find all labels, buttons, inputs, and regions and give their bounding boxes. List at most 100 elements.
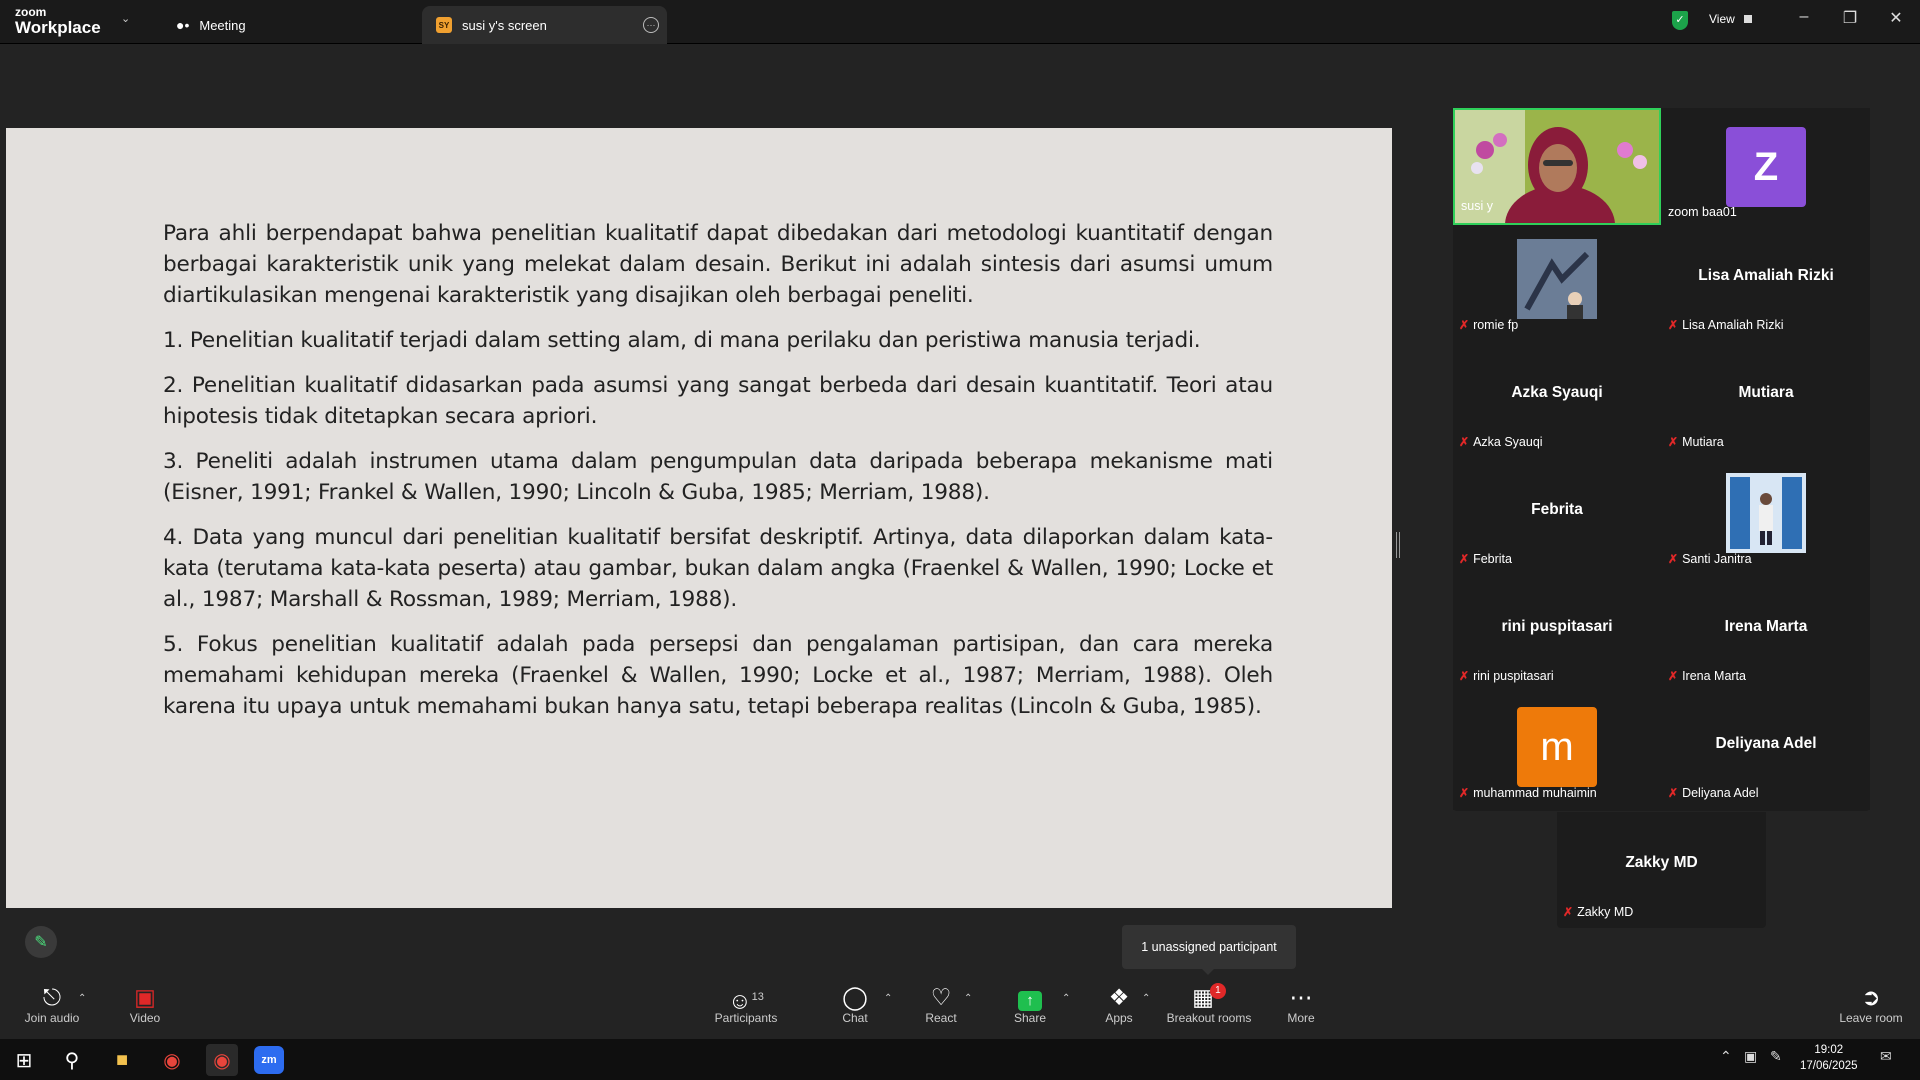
zoom-logo[interactable]: zoom Workplace [15,6,101,36]
network-icon[interactable]: ▣ [1744,1048,1757,1065]
mic-muted-icon: ✗ [1668,318,1679,332]
mic-muted-icon: ✗ [1459,552,1470,566]
video-tile-muhaimin[interactable]: m ✗ muhammad muhaimin [1453,693,1661,810]
video-tile-irena[interactable]: Irena Marta ✗ Irena Marta [1662,576,1870,693]
zoom-app-icon[interactable]: zm [254,1046,284,1074]
slide-paragraph: 2. Penelitian kualitatif didasarkan pada… [163,373,1273,429]
chevron-up-icon[interactable]: ⌃ [1142,993,1150,1004]
chat-label: Chat [842,1011,868,1025]
breakout-rooms-button[interactable]: ▦1 Breakout rooms [1166,983,1252,1025]
meeting-toolbar: ⎋ Join audio ⌃ ▣ Video ☺13 Participants … [0,983,1920,1039]
mic-muted-icon: ✗ [1459,669,1470,683]
share-button[interactable]: ↑ Share [1012,983,1048,1025]
video-tile-deliyana[interactable]: Deliyana Adel ✗ Deliyana Adel [1662,693,1870,810]
title-bar: zoom Workplace ⌄ ●• Meeting SY susi y's … [0,0,1920,44]
video-tile-rini[interactable]: rini puspitasari ✗ rini puspitasari [1453,576,1661,693]
clock-date: 17/06/2025 [1800,1060,1858,1072]
headphones-icon: ⎋ [42,984,62,1010]
join-audio-label: Join audio [24,1011,80,1025]
chat-button[interactable]: ◯ Chat [840,983,870,1025]
react-button[interactable]: ♡ React [924,983,958,1025]
slide-paragraph: Para ahli berpendapat bahwa penelitian k… [163,221,1273,308]
video-label: Video [129,1011,161,1025]
participant-display-name: Deliyana Adel [1715,735,1817,752]
video-tile-romie[interactable]: ✗ romie fp [1453,225,1661,342]
view-button[interactable]: View [1709,12,1753,26]
tab-meeting[interactable]: ●• Meeting [162,6,412,44]
participant-name: ✗ muhammad muhaimin [1459,786,1597,800]
breakout-label: Breakout rooms [1166,1011,1252,1025]
video-tile-santi[interactable]: ✗ Santi Janitra [1662,459,1870,576]
more-button[interactable]: ⋯ More [1286,983,1316,1025]
chevron-down-icon[interactable]: ⌄ [121,12,130,25]
chrome-icon[interactable]: ◉ [156,1044,188,1076]
apps-label: Apps [1105,1011,1133,1025]
video-button[interactable]: ▣ Video [120,983,170,1025]
restore-icon[interactable]: ❐ [1838,8,1862,28]
participants-icon: ☺13 [728,987,764,1014]
resize-handle[interactable] [1396,532,1400,558]
chrome-profile-icon[interactable]: ◉ [206,1044,238,1076]
leave-label: Leave room [1839,1011,1903,1025]
apps-icon: ❖ [1108,984,1130,1010]
leave-icon: ➲ [1861,984,1881,1010]
mic-muted-icon: ✗ [1668,435,1679,449]
chevron-up-icon[interactable]: ⌃ [78,993,86,1004]
participant-name-text: Febrita [1473,552,1512,566]
avatar [1517,239,1597,319]
clock-time: 19:02 [1814,1044,1844,1056]
join-audio-button[interactable]: ⎋ Join audio [20,983,84,1025]
close-icon[interactable]: ✕ [1884,8,1908,28]
minimize-icon[interactable]: – [1792,8,1816,26]
shared-screen: Para ahli berpendapat bahwa penelitian k… [6,128,1392,908]
participant-name-text: Irena Marta [1682,669,1746,683]
video-tile-febrita[interactable]: Febrita ✗ Febrita [1453,459,1661,576]
windows-start-icon[interactable]: ⊞ [8,1044,40,1076]
participant-display-name: Lisa Amaliah Rizki [1698,267,1834,284]
more-options-icon[interactable]: ⋯ [643,17,659,33]
slide-paragraph: 3. Peneliti adalah instrumen utama dalam… [163,449,1273,505]
video-tile-zakky[interactable]: Zakky MD ✗ Zakky MD [1557,812,1766,928]
mic-muted-icon: ✗ [1459,786,1470,800]
participant-display-name: Mutiara [1738,384,1794,401]
mic-muted-icon: ✗ [1668,669,1679,683]
pen-icon[interactable]: ✎ [1770,1048,1782,1065]
profile-picture [1726,473,1806,553]
leave-room-button[interactable]: ➲ Leave room [1838,983,1904,1025]
participants-button[interactable]: ☺13 Participants [710,983,782,1025]
participant-gallery: susi y Z zoom baa01 ✗ romie fp Lisa Amali… [1453,108,1870,811]
chevron-up-icon[interactable]: ⌃ [964,993,972,1004]
file-explorer-icon[interactable]: ■ [106,1044,138,1076]
meeting-icon: ●• [176,17,190,33]
video-tile-susi[interactable]: susi y [1453,108,1661,225]
shield-icon[interactable]: ✓ [1672,11,1688,30]
chevron-up-icon[interactable]: ⌃ [884,993,892,1004]
apps-button[interactable]: ❖ Apps [1102,983,1136,1025]
video-tile-mutiara[interactable]: Mutiara ✗ Mutiara [1662,342,1870,459]
system-clock[interactable]: 19:02 17/06/2025 [1800,1042,1858,1074]
avatar: SY [436,17,452,33]
chevron-up-icon[interactable]: ⌃ [1720,1048,1732,1065]
chevron-up-icon[interactable]: ⌃ [1062,993,1070,1004]
video-tile-zoom-baa01[interactable]: Z zoom baa01 [1662,108,1870,225]
video-tile-lisa[interactable]: Lisa Amaliah Rizki ✗ Lisa Amaliah Rizki [1662,225,1870,342]
participant-name: ✗ Mutiara [1668,435,1724,449]
slide-content: Para ahli berpendapat bahwa penelitian k… [163,218,1273,736]
participant-name: zoom baa01 [1668,205,1737,219]
heart-icon: ♡ [930,984,952,1010]
participant-name: ✗ Zakky MD [1563,905,1633,919]
mic-muted-icon: ✗ [1459,318,1470,332]
participants-label: Participants [714,1011,778,1025]
participant-name: ✗ Lisa Amaliah Rizki [1668,318,1784,332]
participant-display-name: Febrita [1531,501,1583,518]
participant-name-text: Lisa Amaliah Rizki [1682,318,1784,332]
annotate-pencil-icon[interactable]: ✎ [25,926,57,958]
tab-label: susi y's screen [462,17,547,33]
participant-name-text: Santi Janitra [1682,552,1752,566]
participant-name: susi y [1461,199,1493,213]
video-tile-azka[interactable]: Azka Syauqi ✗ Azka Syauqi [1453,342,1661,459]
search-icon[interactable]: ⚲ [56,1044,88,1076]
participant-name: ✗ romie fp [1459,318,1518,332]
tab-shared-screen[interactable]: SY susi y's screen ⋯ [422,6,667,44]
notification-icon[interactable]: ✉ [1880,1048,1892,1065]
